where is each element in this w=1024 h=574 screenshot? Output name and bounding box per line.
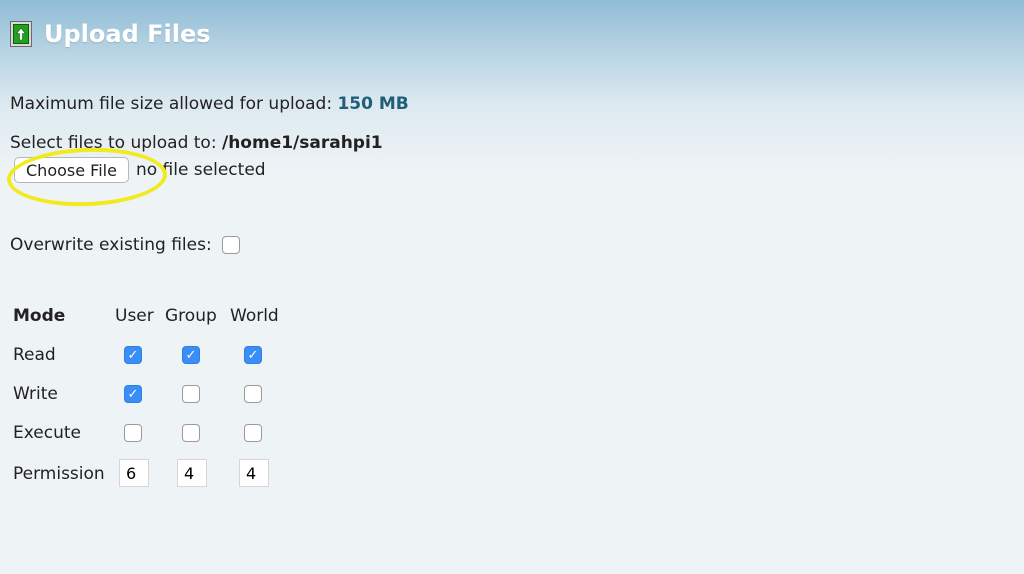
row-label-read: Read — [13, 345, 56, 365]
overwrite-row: Overwrite existing files: — [10, 235, 240, 255]
choose-file-button[interactable]: Choose File — [14, 157, 129, 183]
page-title: Upload Files — [44, 20, 211, 48]
page-header: Upload Files — [10, 14, 211, 54]
write-user-checkbox[interactable] — [124, 385, 142, 403]
column-header-group: Group — [165, 306, 217, 326]
read-user-checkbox[interactable] — [124, 346, 142, 364]
execute-world-checkbox[interactable] — [244, 424, 262, 442]
upload-arrow-icon — [10, 21, 32, 47]
column-header-world: World — [230, 306, 279, 326]
overwrite-label: Overwrite existing files: — [10, 235, 212, 255]
execute-group-checkbox[interactable] — [182, 424, 200, 442]
row-label-execute: Execute — [13, 423, 81, 443]
mode-header: Mode — [13, 306, 66, 326]
file-status-text: no file selected — [135, 160, 266, 180]
write-group-checkbox[interactable] — [182, 385, 200, 403]
execute-user-checkbox[interactable] — [124, 424, 142, 442]
upload-target-line: Select files to upload to: /home1/sarahp… — [10, 133, 383, 153]
read-world-checkbox[interactable] — [244, 346, 262, 364]
read-group-checkbox[interactable] — [182, 346, 200, 364]
write-world-checkbox[interactable] — [244, 385, 262, 403]
upload-target-label: Select files to upload to: — [10, 133, 217, 153]
max-size-label: Maximum file size allowed for upload: — [10, 94, 333, 114]
group-permission-input[interactable] — [177, 459, 207, 487]
column-header-user: User — [115, 306, 154, 326]
max-size-value: 150 MB — [337, 94, 409, 114]
file-picker: Choose File no file selected — [14, 157, 266, 183]
overwrite-checkbox[interactable] — [221, 236, 240, 254]
world-permission-input[interactable] — [239, 459, 269, 487]
max-size-line: Maximum file size allowed for upload: 15… — [10, 94, 409, 114]
user-permission-input[interactable] — [119, 459, 149, 487]
row-label-permission: Permission — [13, 464, 105, 484]
row-label-write: Write — [13, 384, 58, 404]
upload-target-path: /home1/sarahpi1 — [221, 133, 383, 153]
